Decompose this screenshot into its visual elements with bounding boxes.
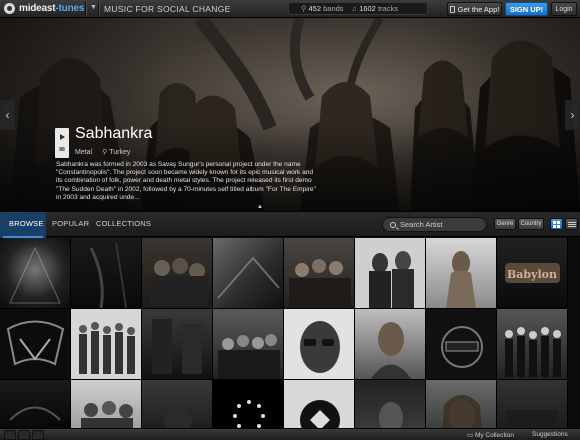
menu-dropdown-icon[interactable]: ▼ [90,4,97,11]
artist-tile[interactable] [142,238,213,309]
location-pin-icon: ⚲ [102,149,108,156]
artist-tile[interactable] [213,380,284,428]
mobile-device-icon [449,5,455,13]
sort-country-button[interactable]: Country [518,218,544,230]
artist-tile[interactable] [497,380,568,428]
music-note-icon: ♫ [351,4,358,13]
artist-tile[interactable] [426,309,497,380]
artist-tile[interactable] [426,380,497,428]
artist-tile[interactable] [284,238,355,309]
tab-popular[interactable]: POPULAR [52,219,89,228]
logo[interactable]: mideast-tunes [4,3,84,14]
tracks-count: 1602 [359,4,376,13]
bands-count: 452 [308,4,322,13]
artist-tile[interactable] [0,238,71,309]
artist-country: Turkey [109,148,131,156]
artist-grid: Babylon [0,238,580,428]
get-app-button[interactable]: Get the App! [447,2,502,16]
collapse-banner-icon[interactable]: ▲ [255,204,265,211]
artist-tile[interactable] [71,380,142,428]
svg-text:Babylon: Babylon [507,268,557,281]
next-track-button[interactable] [32,430,44,440]
artist-tile[interactable] [355,380,426,428]
artist-tile[interactable] [142,309,213,380]
suggestions-link[interactable]: Suggestions [532,431,568,438]
login-button[interactable]: Login [551,2,577,16]
tab-browse[interactable]: BROWSE [9,219,44,228]
divider [85,2,86,16]
artist-tile[interactable] [0,380,71,428]
artist-tile[interactable] [142,380,213,428]
grid-view-button[interactable] [550,218,563,230]
artist-play-tile[interactable]: 88 [55,128,69,158]
browse-bar: BROWSE POPULAR COLLECTIONS Genre Country [0,211,580,238]
artist-tile[interactable] [284,309,355,380]
artist-tile[interactable] [497,309,568,380]
artist-tile[interactable] [71,309,142,380]
search-icon [390,221,396,228]
tile-number: 88 [59,146,65,153]
artist-tile[interactable] [213,309,284,380]
sign-up-button[interactable]: SIGN UP! [505,2,548,16]
stats-counter: ⚲ 452 bands ♫ 1602 tracks [288,2,428,15]
artist-tile[interactable] [213,238,284,309]
bands-label: bands [323,4,344,13]
artist-tile[interactable] [355,309,426,380]
logo-text-main: mideast [19,3,56,14]
microphone-icon: ⚲ [301,4,307,13]
list-view-button[interactable] [565,218,578,230]
collection-icon: ▭ [467,432,475,439]
tagline: MUSIC FOR SOCIAL CHANGE [104,4,231,14]
play-pause-button[interactable] [18,430,30,440]
my-collection-link[interactable]: ▭ My Collection [467,431,514,439]
search-input[interactable] [400,220,480,229]
divider [98,2,99,16]
top-bar: mideast-tunes ▼ MUSIC FOR SOCIAL CHANGE … [0,0,580,18]
artist-genre: Metal [75,148,93,156]
get-app-label: Get the App! [457,4,500,14]
artist-name[interactable]: Sabhankra [75,125,152,143]
previous-track-button[interactable] [4,430,16,440]
tab-collections[interactable]: COLLECTIONS [96,219,151,228]
artist-tile[interactable] [426,238,497,309]
artist-bio: Sabhankra was formed in 2003 as Savaş Su… [56,161,316,201]
artist-tile[interactable]: Babylon [497,238,568,309]
logo-text-accent: -tunes [55,3,85,14]
artist-tile[interactable] [71,238,142,309]
tracks-label: tracks [377,4,398,13]
artist-tile[interactable] [284,380,355,428]
next-artist-button[interactable]: › [565,100,580,130]
artist-tile[interactable] [0,309,71,380]
previous-artist-button[interactable]: ‹ [0,100,15,130]
my-collection-label: My Collection [474,432,514,439]
logo-icon [4,3,15,14]
artist-meta: Metal ⚲ Turkey [75,148,131,157]
search-box [382,217,487,232]
player-bar: ▭ My Collection Suggestions [0,428,580,440]
artist-tile[interactable] [355,238,426,309]
play-icon [59,133,65,140]
sort-genre-button[interactable]: Genre [494,218,516,230]
